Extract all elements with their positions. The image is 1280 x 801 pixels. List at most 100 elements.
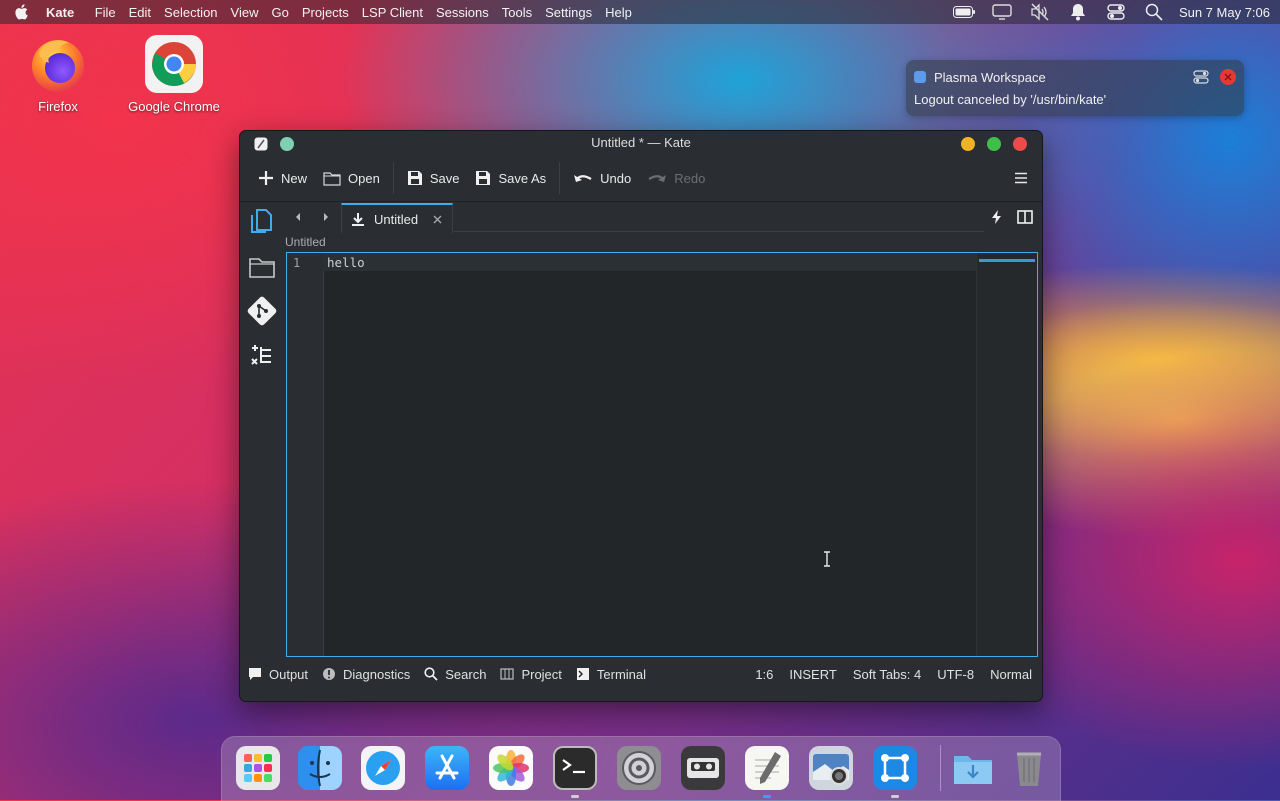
input-mode-setting[interactable]: Normal — [990, 667, 1032, 682]
desktop-icon-label: Firefox — [38, 99, 78, 114]
tab-forward-icon[interactable] — [318, 209, 334, 225]
minimap-scrollbar[interactable] — [976, 253, 1037, 656]
kate-editor-icon[interactable] — [745, 746, 789, 790]
finder-icon[interactable] — [298, 746, 342, 790]
menu-tools[interactable]: Tools — [495, 5, 538, 20]
battery-icon[interactable] — [945, 0, 983, 24]
save-as-label: Save As — [498, 170, 547, 186]
notification-message: Logout canceled by '/usr/bin/kate' — [914, 92, 1107, 107]
tab-bar: Untitled — [284, 201, 1040, 233]
encoding-setting[interactable]: UTF-8 — [937, 667, 974, 682]
search-panel-button[interactable]: Search — [424, 667, 486, 682]
apple-logo-icon[interactable] — [0, 3, 44, 21]
documents-icon[interactable] — [246, 205, 278, 237]
terminal-icon[interactable] — [553, 746, 597, 790]
line-number: 1 — [293, 256, 301, 270]
menu-help[interactable]: Help — [599, 5, 639, 20]
unsaved-download-icon — [350, 211, 366, 227]
trash-icon[interactable] — [1007, 746, 1051, 790]
cassette-icon[interactable] — [681, 746, 725, 790]
output-panel-button[interactable]: Output — [248, 667, 308, 682]
minimize-button[interactable] — [961, 137, 975, 151]
output-icon — [249, 668, 261, 680]
current-line-highlight — [323, 253, 1037, 271]
git-icon[interactable] — [246, 295, 278, 327]
redo-icon — [648, 175, 667, 182]
undo-label: Undo — [600, 170, 632, 186]
menu-go[interactable]: Go — [265, 5, 295, 20]
symbols-outline-icon[interactable] — [246, 339, 278, 371]
notification-settings-icon[interactable] — [1192, 68, 1210, 86]
cursor-position[interactable]: 1:6 — [755, 667, 773, 682]
tab-back-icon[interactable] — [290, 209, 306, 225]
menu-settings[interactable]: Settings — [539, 5, 599, 20]
menu-projects[interactable]: Projects — [295, 5, 355, 20]
indentation-setting[interactable]: Soft Tabs: 4 — [853, 667, 921, 682]
left-sidebar — [240, 201, 284, 661]
quick-open-icon[interactable] — [988, 208, 1006, 226]
tab-untitled[interactable]: Untitled — [341, 203, 453, 233]
terminal-running-indicator — [571, 795, 579, 798]
save-as-icon — [476, 171, 491, 185]
network-icon[interactable] — [873, 746, 917, 790]
system-settings-icon[interactable] — [617, 746, 661, 790]
open-button[interactable]: Open — [315, 163, 388, 193]
search-icon[interactable] — [1135, 0, 1173, 24]
chrome-icon — [145, 35, 203, 93]
split-view-icon[interactable] — [1016, 208, 1034, 226]
diagnostics-icon — [323, 668, 336, 680]
editor-content[interactable]: hello — [327, 255, 365, 270]
toolbar-separator — [559, 162, 561, 194]
screen-icon[interactable] — [983, 0, 1021, 24]
project-panel-button[interactable]: Project — [500, 667, 562, 682]
safari-icon[interactable] — [361, 746, 405, 790]
maximize-button[interactable] — [987, 137, 1001, 151]
notification-app-name: Plasma Workspace — [934, 69, 1046, 85]
notification-close-icon[interactable] — [1220, 69, 1236, 85]
redo-button[interactable]: Redo — [639, 163, 713, 193]
menu-view[interactable]: View — [224, 5, 265, 20]
downloads-folder-icon[interactable] — [951, 746, 995, 790]
control-center-icon[interactable] — [1097, 0, 1135, 24]
desktop-icon-chrome[interactable]: Google Chrome — [119, 35, 229, 114]
edit-mode[interactable]: INSERT — [789, 667, 836, 682]
minimap-viewport[interactable] — [979, 259, 1035, 262]
status-bar: Output Diagnostics Search Project Termin… — [240, 661, 1042, 687]
menu-file[interactable]: File — [88, 5, 122, 20]
folder-open-icon — [323, 172, 341, 186]
undo-button[interactable]: Undo — [565, 163, 639, 193]
volume-muted-icon[interactable] — [1021, 0, 1059, 24]
window-title: Untitled * — Kate — [591, 135, 691, 150]
save-as-button[interactable]: Save As — [467, 163, 554, 193]
close-button[interactable] — [1013, 137, 1027, 151]
menu-clock[interactable]: Sun 7 May 7:06 — [1173, 5, 1280, 20]
hamburger-menu-icon[interactable] — [1012, 169, 1030, 187]
filesystem-browser-icon[interactable] — [246, 251, 278, 283]
notification-popup[interactable]: Plasma Workspace Logout canceled by '/us… — [906, 60, 1244, 116]
tab-close-icon[interactable] — [430, 212, 444, 226]
screenshot-icon[interactable] — [809, 746, 853, 790]
window-titlebar[interactable]: Untitled * — Kate — [240, 131, 1042, 155]
search-label: Search — [445, 666, 487, 682]
launchpad-icon[interactable] — [236, 746, 280, 790]
terminal-panel-button[interactable]: Terminal — [576, 667, 646, 682]
new-button[interactable]: New — [250, 163, 315, 193]
menu-selection[interactable]: Selection — [158, 5, 224, 20]
save-button[interactable]: Save — [399, 163, 468, 193]
text-editor[interactable]: 1 hello — [286, 252, 1038, 657]
menu-edit[interactable]: Edit — [122, 5, 157, 20]
app-store-icon[interactable] — [425, 746, 469, 790]
menu-sessions[interactable]: Sessions — [429, 5, 495, 20]
photos-icon[interactable] — [489, 746, 533, 790]
firefox-icon — [29, 35, 87, 93]
menu-lsp-client[interactable]: LSP Client — [355, 5, 429, 20]
breadcrumb[interactable]: Untitled — [285, 235, 326, 249]
dock — [221, 736, 1061, 801]
tab-label: Untitled — [374, 211, 419, 227]
search-icon — [424, 667, 438, 681]
terminal-icon — [576, 668, 589, 680]
diagnostics-panel-button[interactable]: Diagnostics — [322, 667, 410, 682]
menu-app-name[interactable]: Kate — [44, 5, 88, 20]
notifications-bell-icon[interactable] — [1059, 0, 1097, 24]
desktop-icon-firefox[interactable]: Firefox — [3, 35, 113, 114]
